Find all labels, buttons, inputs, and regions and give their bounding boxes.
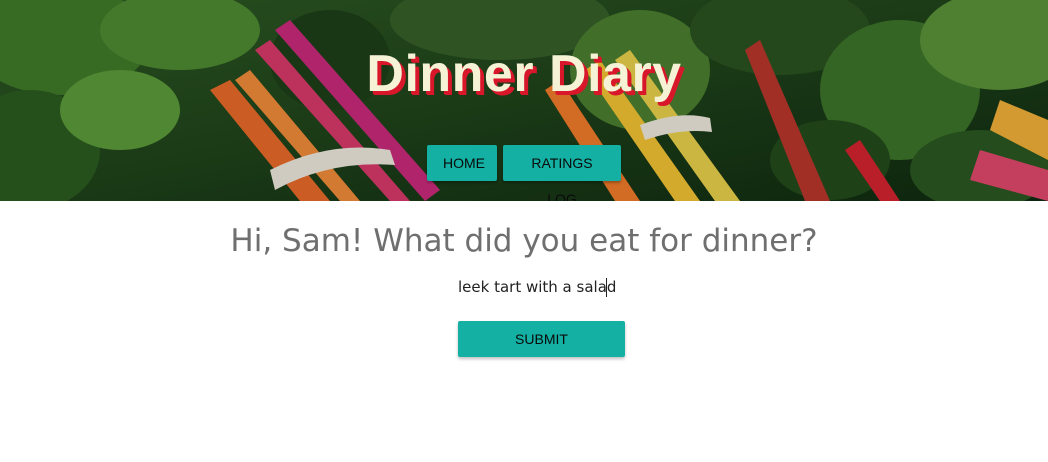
nav-ratings-log-button[interactable]: RATINGS LOG — [503, 145, 621, 201]
hero-banner: Dinner Diary HOME RATINGS LOG — [0, 0, 1048, 201]
greeting-heading: Hi, Sam! What did you eat for dinner? — [230, 223, 818, 259]
main-nav: HOME RATINGS LOG — [0, 145, 1048, 201]
main-content: Hi, Sam! What did you eat for dinner? SU… — [0, 201, 1048, 462]
dinner-input[interactable] — [458, 275, 618, 299]
site-title: Dinner Diary — [366, 45, 682, 103]
text-cursor — [606, 278, 607, 297]
nav-home-button[interactable]: HOME — [427, 145, 497, 181]
submit-button[interactable]: SUBMIT — [458, 321, 625, 357]
